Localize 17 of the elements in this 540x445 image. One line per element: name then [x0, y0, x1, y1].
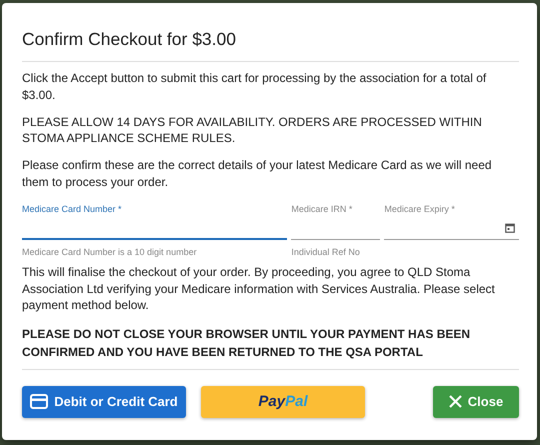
warning-text: PLEASE DO NOT CLOSE YOUR BROWSER UNTIL YOUR PAYMENT HAS BEEN CONFIRMED AND YOU HAVE BEEN RETURNED TO THE QSA PORTAL	[22, 326, 519, 370]
dialog-title: Confirm Checkout for $3.00	[22, 29, 519, 62]
paragraph: Click the Accept button to submit this cart for processing by the association for a total of $3.00.	[22, 70, 488, 104]
credit-card-icon	[30, 394, 48, 410]
notice-text: This will finalise the checkout of your order. By proceeding, you agree to QLD Stoma Association Ltd verifying your Medicare information with Services Australia. Please select payment method below.	[22, 264, 496, 314]
calendar-icon[interactable]	[505, 222, 515, 233]
field-label: Medicare IRN *	[291, 202, 354, 216]
field-label: Medicare Expiry *	[384, 202, 456, 216]
paypal-button[interactable]: PayPal	[201, 386, 365, 418]
paragraph: Please confirm these are the correct details of your latest Medicare Card as we will need them to process your order.	[22, 157, 493, 191]
field-label: Medicare Card Number *	[22, 202, 123, 216]
helper-text: Medicare Card Number is a 10 digit number	[22, 246, 198, 258]
card-payment-button[interactable]: Debit or Credit Card	[22, 386, 186, 418]
paragraph: PLEASE ALLOW 14 DAYS FOR AVAILABILITY. ORDERS ARE PROCESSED WITHIN STOMA APPLIANCE SCHEME RULES.	[22, 114, 483, 148]
close-icon	[448, 395, 462, 408]
close-button[interactable]: Close	[433, 386, 519, 418]
helper-text: Individual Ref No	[291, 246, 361, 258]
